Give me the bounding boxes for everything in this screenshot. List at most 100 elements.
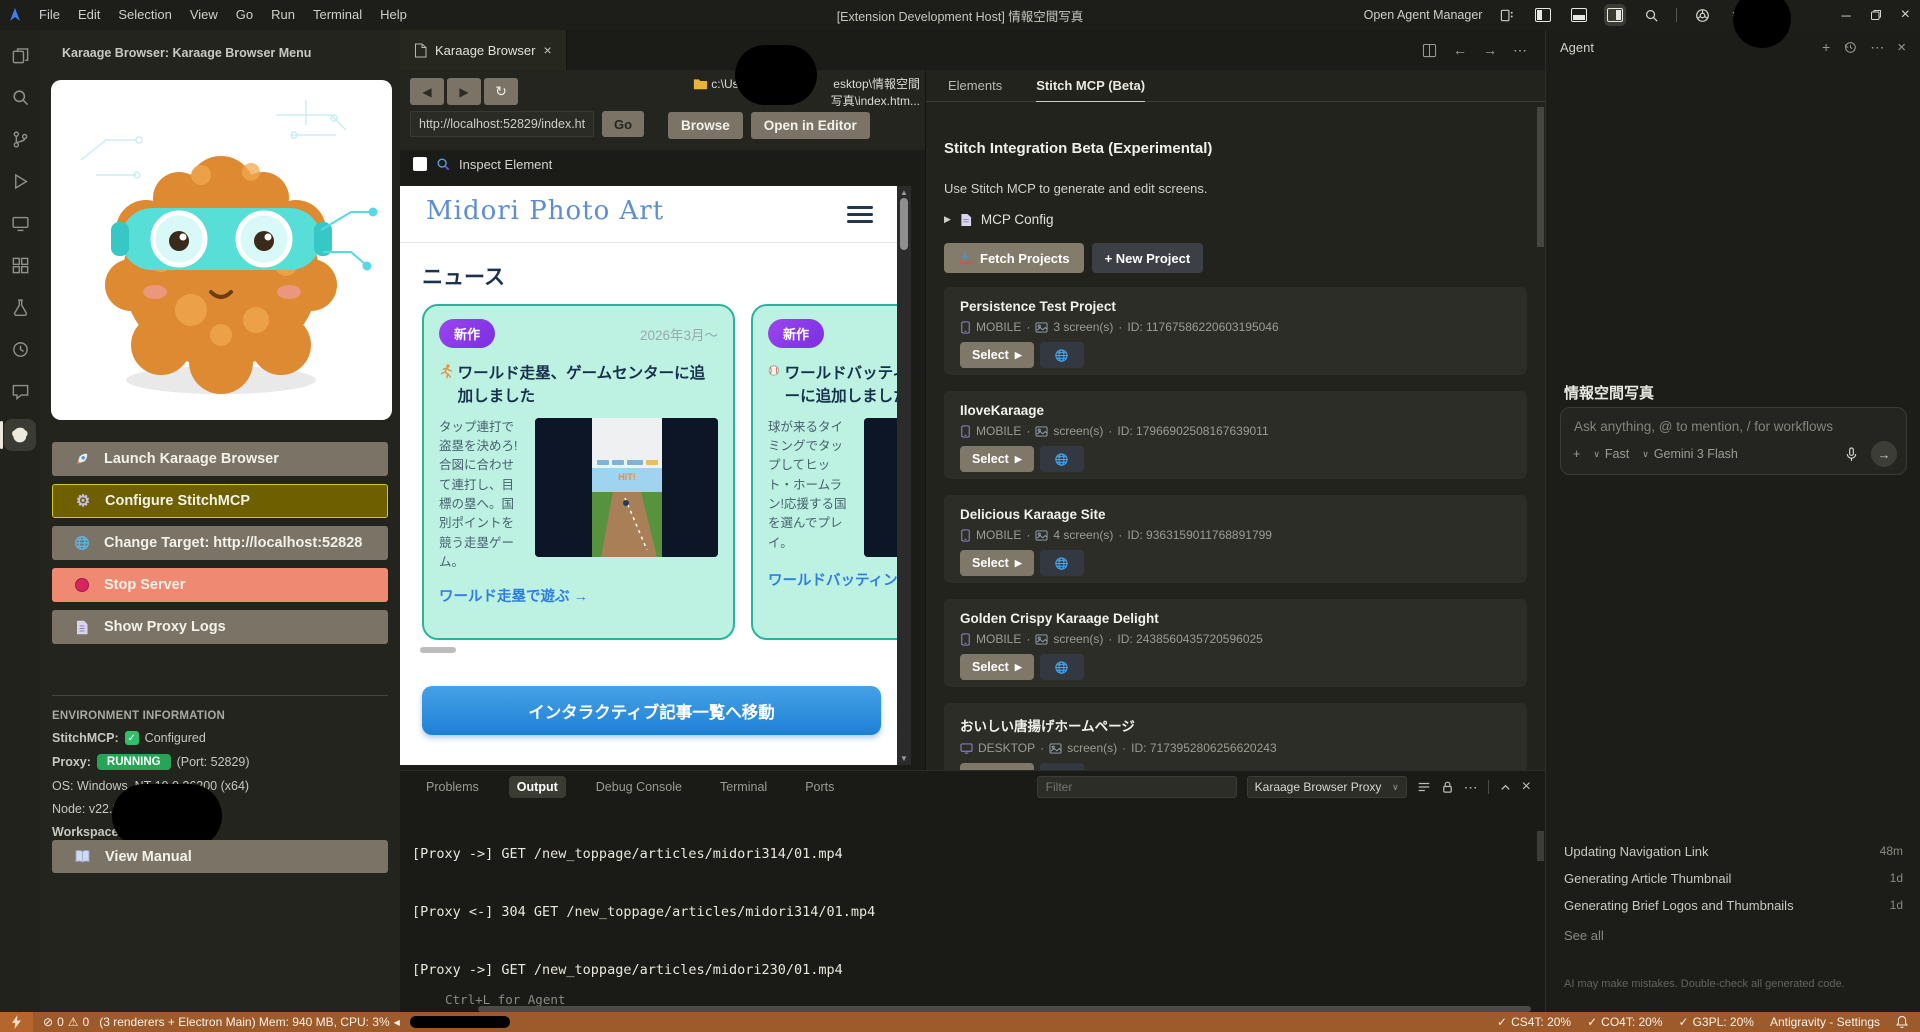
run-debug-icon[interactable] (4, 165, 36, 197)
select-project-button[interactable]: Select▶ (960, 763, 1034, 770)
source-control-icon[interactable] (4, 123, 36, 155)
filter-input[interactable] (1037, 776, 1237, 798)
maximize-panel-icon[interactable] (1499, 781, 1512, 794)
see-all-link[interactable]: See all (1564, 928, 1604, 943)
reload-button[interactable]: ↻ (484, 78, 518, 105)
configure-stitchmcp-button[interactable]: ⚙ Configure StitchMCP (52, 484, 388, 518)
close-agent-panel-icon[interactable]: × (1897, 39, 1906, 56)
scroll-down-icon[interactable]: ▼ (897, 754, 911, 763)
metric-cs4t[interactable]: ✓CS4T: 20% (1497, 1015, 1571, 1029)
lock-scroll-icon[interactable] (1441, 780, 1454, 794)
menu-terminal[interactable]: Terminal (304, 0, 371, 30)
model-select[interactable]: ∨ Gemini 3 Flash (1642, 447, 1738, 461)
menu-edit[interactable]: Edit (69, 0, 109, 30)
site-brand[interactable]: Midori Photo Art (426, 196, 664, 226)
panel-vscrollbar-thumb[interactable] (1537, 831, 1544, 861)
open-in-editor-button[interactable]: Open in Editor (751, 112, 870, 139)
card-video-thumbnail[interactable] (864, 418, 897, 557)
browser-profile-icon[interactable] (1691, 4, 1713, 26)
change-target-button[interactable]: Change Target: http://localhost:52828 (52, 526, 388, 560)
scroll-up-icon[interactable]: ▲ (897, 188, 911, 197)
history-icon[interactable] (1843, 40, 1857, 54)
open-in-browser-button[interactable] (1040, 342, 1084, 368)
url-input[interactable] (410, 111, 594, 137)
tab-elements[interactable]: Elements (948, 70, 1002, 102)
close-tab-icon[interactable]: × (543, 42, 551, 58)
explorer-icon[interactable] (4, 39, 36, 71)
new-chat-icon[interactable]: + (1822, 39, 1830, 55)
output-channel-select[interactable]: Karaage Browser Proxy ∨ (1247, 776, 1407, 798)
problems-status[interactable]: ⊘ 0 ⚠ 0 (43, 1015, 89, 1029)
view-manual-button[interactable]: View Manual (52, 840, 388, 873)
back-button[interactable]: ◀ (410, 78, 444, 105)
timeline-history-icon[interactable] (4, 333, 36, 365)
forward-button[interactable]: ▶ (447, 78, 481, 105)
open-in-browser-button[interactable] (1040, 550, 1084, 576)
select-project-button[interactable]: Select▶ (960, 446, 1034, 472)
card-link[interactable]: ワールドバッティングで遊ぶ → (768, 569, 897, 590)
page-scrollbar[interactable]: ▲ ▼ (897, 186, 911, 765)
select-project-button[interactable]: Select▶ (960, 550, 1034, 576)
more-actions-icon[interactable]: ⋯ (1464, 779, 1478, 796)
close-panel-icon[interactable]: × (1522, 778, 1531, 796)
fetch-projects-button[interactable]: Fetch Projects (944, 243, 1084, 273)
minimize-button[interactable]: ─ (1841, 8, 1850, 23)
menu-run[interactable]: Run (262, 0, 304, 30)
search-icon[interactable] (4, 81, 36, 113)
show-proxy-logs-button[interactable]: Show Proxy Logs (52, 610, 388, 644)
task-item[interactable]: Generating Article Thumbnail 1d (1546, 865, 1920, 892)
menu-file[interactable]: File (30, 0, 69, 30)
process-stats[interactable]: (3 renderers + Electron Main) Mem: 940 M… (99, 1015, 510, 1029)
devtools-scrollbar-thumb[interactable] (1537, 107, 1544, 247)
mode-select[interactable]: ∨ Fast (1593, 447, 1629, 461)
microphone-icon[interactable] (1845, 447, 1858, 462)
menu-selection[interactable]: Selection (109, 0, 180, 30)
toggle-bottom-panel-icon[interactable] (1568, 4, 1590, 26)
testing-flask-icon[interactable] (4, 291, 36, 323)
settings-status-item[interactable]: Antigravity - Settings (1770, 1015, 1880, 1029)
extensions-icon[interactable] (4, 249, 36, 281)
menu-view[interactable]: View (181, 0, 227, 30)
remote-preview-icon[interactable] (4, 207, 36, 239)
task-item[interactable]: Generating Brief Logos and Thumbnails 1d (1546, 892, 1920, 919)
interactive-articles-button[interactable]: インタラクティブ記事一覧へ移動 (422, 686, 881, 735)
agent-composer[interactable]: Ask anything, @ to mention, / for workfl… (1560, 407, 1907, 475)
browse-button[interactable]: Browse (668, 112, 743, 139)
word-wrap-icon[interactable] (1417, 780, 1431, 794)
split-editor-icon[interactable] (1422, 43, 1437, 58)
new-project-button[interactable]: + New Project (1092, 243, 1204, 273)
launch-karaage-browser-button[interactable]: Launch Karaage Browser (52, 442, 388, 476)
hamburger-menu-icon[interactable] (847, 206, 873, 227)
attach-icon[interactable]: + (1573, 447, 1580, 461)
chat-icon[interactable] (4, 375, 36, 407)
send-button[interactable]: → (1871, 441, 1897, 467)
open-in-browser-button[interactable] (1040, 446, 1084, 472)
card-link[interactable]: ワールド走塁で遊ぶ → (439, 585, 718, 606)
notifications-bell-icon[interactable] (1896, 1015, 1908, 1029)
open-in-browser-button[interactable] (1040, 763, 1084, 770)
tab-output[interactable]: Output (509, 776, 566, 798)
remote-indicator[interactable] (0, 1012, 33, 1032)
metric-co4t[interactable]: ✓CO4T: 20% (1587, 1015, 1662, 1029)
more-actions-icon[interactable]: ⋯ (1870, 39, 1884, 56)
select-project-button[interactable]: Select▶ (960, 654, 1034, 680)
tab-ports[interactable]: Ports (797, 776, 842, 798)
menu-go[interactable]: Go (227, 0, 262, 30)
cards-scrollbar-thumb[interactable] (420, 647, 456, 653)
mcp-config-expander[interactable]: ▶ MCP Config (944, 212, 1527, 227)
navigate-back-icon[interactable]: ← (1453, 42, 1467, 58)
karaage-extension-icon[interactable] (4, 419, 36, 451)
navigate-forward-icon[interactable]: → (1483, 42, 1497, 58)
search-icon[interactable] (1640, 4, 1662, 26)
output-log[interactable]: [Proxy ->] GET /new_toppage/articles/mid… (412, 807, 1535, 999)
menu-help[interactable]: Help (371, 0, 416, 30)
select-project-button[interactable]: Select▶ (960, 342, 1034, 368)
close-window-button[interactable]: × (1901, 6, 1910, 24)
open-agent-manager-button[interactable]: Open Agent Manager (1364, 8, 1483, 22)
maximize-button[interactable] (1865, 4, 1887, 26)
toggle-right-panel-icon[interactable] (1604, 4, 1626, 26)
card-video-thumbnail[interactable]: HIT! (535, 418, 718, 557)
more-actions-icon[interactable]: ⋯ (1513, 42, 1527, 59)
stop-server-button[interactable]: Stop Server (52, 568, 388, 602)
tab-debug-console[interactable]: Debug Console (588, 776, 690, 798)
